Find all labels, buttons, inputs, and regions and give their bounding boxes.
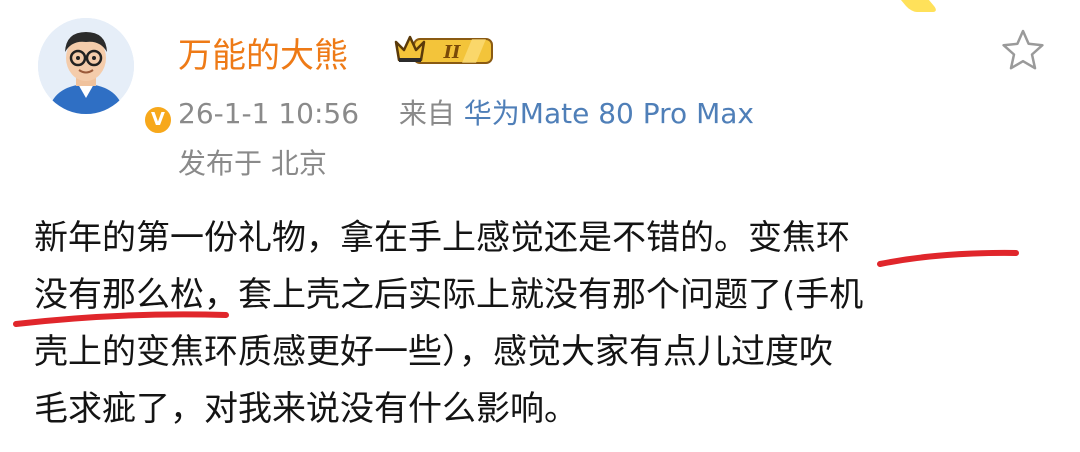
level-text: II [443, 42, 461, 63]
post-line: 毛求疵了，对我来说没有什么影响。 [34, 389, 578, 429]
post-content: 新年的第一份礼物，拿在手上感觉还是不错的。变焦环 没有那么松，套上壳之后实际上就… [34, 210, 1054, 438]
user-name[interactable]: 万能的大熊 [178, 28, 348, 77]
source-prefix: 来自 [398, 97, 455, 130]
corner-decoration [900, 0, 940, 12]
post-line: 新年的第一份礼物，拿在手上感觉还是不错的。变焦环 [34, 218, 850, 258]
device-link[interactable]: 华为Mate 80 Pro Max [464, 97, 754, 130]
post-meta: 26-1-1 10:56 来自 华为Mate 80 Pro Max [178, 92, 754, 132]
post-line: 没有那么松，套上壳之后实际上就没有那个问题了(手机 [34, 275, 864, 315]
star-outline-icon[interactable] [1000, 28, 1046, 76]
avatar-cartoon-icon [38, 18, 134, 114]
post-location: 发布于 北京 [178, 147, 327, 180]
avatar[interactable]: V [38, 18, 174, 136]
post-time: 26-1-1 10:56 [178, 97, 360, 130]
post-line: 壳上的变焦环质感更好一些），感觉大家有点儿过度吹 [34, 332, 833, 372]
verified-v-badge-icon: V [142, 104, 174, 136]
crown-level-badge-icon[interactable]: II [392, 32, 496, 72]
